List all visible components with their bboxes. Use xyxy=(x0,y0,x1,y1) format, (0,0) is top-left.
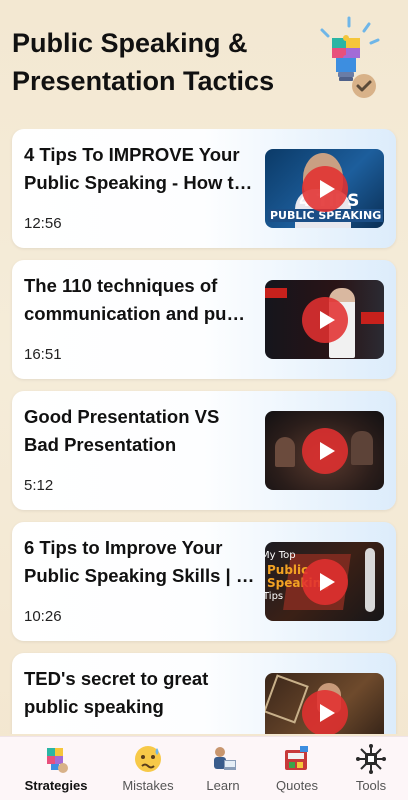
video-title-line-2: communication and pu… xyxy=(24,303,245,324)
video-duration: 16:51 xyxy=(24,346,62,363)
video-duration: 5:12 xyxy=(24,477,54,494)
nav-item-strategies[interactable]: Strategies xyxy=(12,737,100,800)
app-header: Public Speaking & Presentation Tactics xyxy=(0,0,408,118)
video-card[interactable]: The 110 techniques of communication and … xyxy=(12,260,396,379)
bottom-navigation: Strategies Mistakes Learn Quotes Tools xyxy=(0,736,408,800)
video-title-line-1: TED's secret to great xyxy=(24,668,209,689)
nav-label: Learn xyxy=(206,778,240,793)
ted-stage-sign-right xyxy=(361,312,384,324)
video-card[interactable]: Good Presentation VS Bad Presentation 5:… xyxy=(12,391,396,510)
nav-label: Tools xyxy=(355,778,387,793)
video-title-line-2: Public Speaking Skills | … xyxy=(24,565,255,586)
page-title: Public Speaking & Presentation Tactics xyxy=(12,24,312,100)
video-card[interactable]: TED's secret to great public speaking xyxy=(12,653,396,734)
video-duration: 12:56 xyxy=(24,215,62,232)
page-title-line-2: Presentation Tactics xyxy=(12,66,275,96)
video-card[interactable]: 6 Tips to Improve Your Public Speaking S… xyxy=(12,522,396,641)
video-thumbnail[interactable]: My Top Public Speaking Tips xyxy=(265,542,384,621)
ted-stage-sign xyxy=(265,288,287,298)
teacher-icon xyxy=(214,747,236,770)
audience-figure xyxy=(351,431,373,465)
video-title-line-2: Bad Presentation xyxy=(24,434,177,455)
audience-figure xyxy=(275,437,295,467)
video-title-line-1: 6 Tips to Improve Your xyxy=(24,537,223,558)
video-thumbnail[interactable] xyxy=(265,411,384,490)
page-title-line-1: Public Speaking & xyxy=(12,28,248,58)
nav-label: Strategies xyxy=(24,778,88,793)
video-list[interactable]: 4 Tips To IMPROVE Your Public Speaking -… xyxy=(0,129,408,734)
video-title-line-2: Public Speaking - How t… xyxy=(24,172,253,193)
play-icon[interactable] xyxy=(301,427,348,474)
worried-face-icon xyxy=(135,746,161,772)
nav-label: Quotes xyxy=(276,778,318,793)
speaker-figure xyxy=(365,548,375,612)
video-title-line-1: Good Presentation VS xyxy=(24,406,220,427)
video-thumbnail[interactable] xyxy=(265,673,384,734)
play-icon[interactable] xyxy=(301,165,348,212)
circuit-tools-icon xyxy=(356,744,386,774)
nav-item-quotes[interactable]: Quotes xyxy=(264,737,330,800)
video-card[interactable]: 4 Tips To IMPROVE Your Public Speaking -… xyxy=(12,129,396,248)
nav-item-tools[interactable]: Tools xyxy=(340,737,402,800)
thumb-text-my-top: My Top xyxy=(265,550,296,561)
nav-item-mistakes[interactable]: Mistakes xyxy=(106,737,190,800)
video-title-line-1: 4 Tips To IMPROVE Your xyxy=(24,144,240,165)
nav-item-learn[interactable]: Learn xyxy=(192,737,254,800)
nav-label: Mistakes xyxy=(122,778,174,793)
puzzle-lightbulb-icon xyxy=(320,16,380,98)
video-thumbnail[interactable] xyxy=(265,280,384,359)
video-title-line-1: The 110 techniques of xyxy=(24,275,218,296)
strategy-puzzle-icon xyxy=(47,748,68,773)
video-title-line-2: public speaking xyxy=(24,696,164,717)
play-icon[interactable] xyxy=(301,558,348,605)
play-icon[interactable] xyxy=(301,689,348,734)
quote-box-icon xyxy=(285,746,308,770)
play-icon[interactable] xyxy=(301,296,348,343)
video-thumbnail[interactable]: 4 TIPS PUBLIC SPEAKING xyxy=(265,149,384,228)
video-duration: 10:26 xyxy=(24,608,62,625)
thumb-text-tips: Tips xyxy=(265,591,284,602)
